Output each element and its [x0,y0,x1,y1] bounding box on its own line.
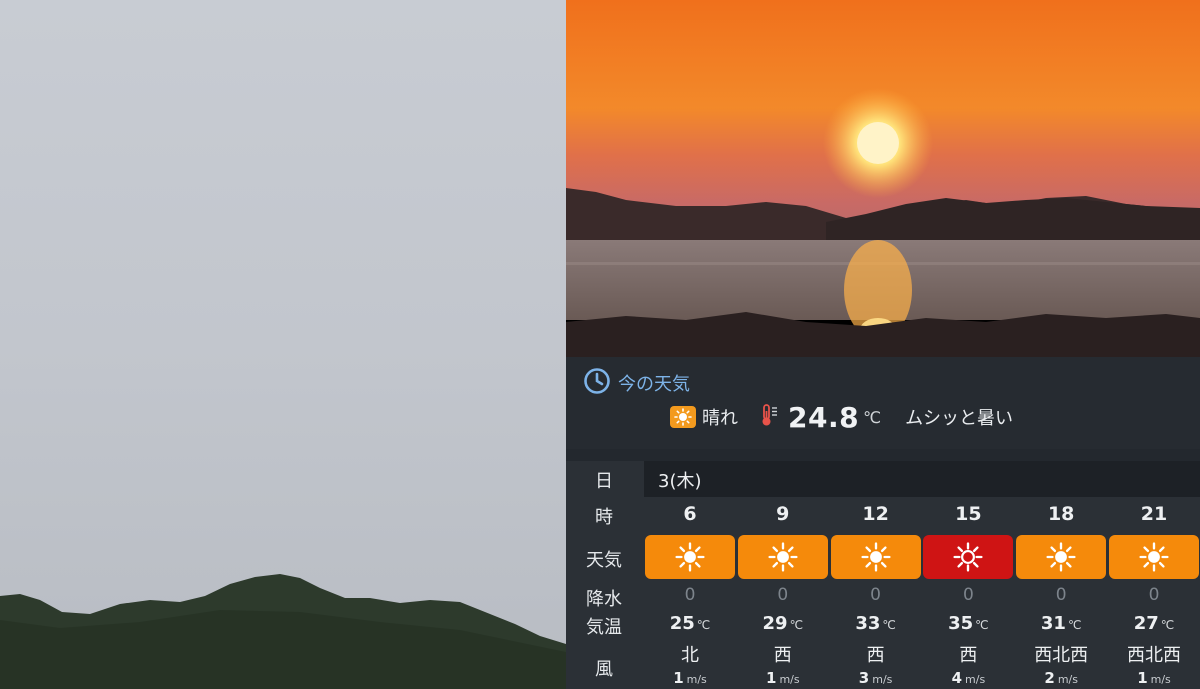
forecast-wind-speed: 1 m/s [1137,669,1171,687]
sunset-photo [566,0,1200,357]
forecast-precip: 0 [962,585,974,605]
row-label-weather: 天気 [586,550,622,571]
forecast-temp: 25 ℃ [669,613,711,634]
forecast-temp-unit: ℃ [975,618,989,632]
hot-sun-icon [953,542,983,572]
forecast-wind-direction: 西北西 [1127,645,1181,666]
forecast-wind-speed: 2 m/s [1044,669,1078,687]
row-label-wind: 風 [595,659,613,680]
forecast-precip: 0 [870,585,881,605]
forecast-weather-cell [645,535,735,579]
clock-icon [582,367,612,399]
hill-silhouette [0,574,566,689]
forecast-wind-unit: m/s [1057,673,1078,686]
row-label-hour: 時 [595,507,613,528]
forecast-wind-direction: 北 [681,645,699,666]
current-temperature: 24.8 [788,400,860,434]
current-condition: 晴れ [702,408,738,429]
row-label-precip: 降水 [586,589,622,610]
forecast-weather-cell [923,535,1014,579]
forecast-precip: 0 [1148,585,1160,605]
forecast-wind-speed: 1 m/s [766,669,800,687]
forecast-temp-unit: ℃ [789,618,804,632]
forecast-wind-direction: 西 [959,645,978,666]
sun-icon [670,406,696,428]
forecast-hour: 21 [1140,503,1168,525]
forecast-precip: 0 [1055,585,1067,605]
forecast-weather-cell [1109,535,1199,579]
forecast-temp: 35 ℃ [948,613,989,634]
forecast-temp-unit: ℃ [696,618,711,632]
hill-sky-photo [0,0,566,689]
forecast-wind-speed: 3 m/s [858,669,893,687]
forecast-wind-unit: m/s [965,673,986,686]
forecast-wind-unit: m/s [779,673,800,686]
forecast-weather-cell [737,535,828,579]
forecast-date: 3(木) [658,471,702,492]
forecast-temp-unit: ℃ [1160,618,1175,632]
forecast-wind-direction: 西 [773,645,792,666]
forecast-temp: 27 ℃ [1133,613,1175,634]
current-weather-header: 今の天気 [582,367,690,399]
thermometer-icon [760,403,782,431]
row-label-temp: 気温 [586,617,622,638]
hourly-forecast-table: 日 3(木) 時 天気 降水 気温 風 6 0 25 ℃ 北 1 m/s 9 0 29 ℃ 西 1 m/s… [566,461,1200,689]
current-temperature-unit: ℃ [863,407,882,427]
date-cell: 3(木) [644,461,1200,497]
forecast-hour: 12 [862,503,889,525]
forecast-wind-unit: m/s [686,673,707,686]
forecast-hour: 18 [1047,503,1075,525]
current-feel-text: ムシッと暑い [905,408,1014,429]
weather-widget: 今の天気 晴れ 24.8 ℃ ムシッと暑い 日 3(木) 時 天気 降水 気温 … [566,357,1200,689]
forecast-hour: 15 [955,503,982,525]
sun-icon [675,542,705,572]
forecast-wind-speed: 1 m/s [673,669,707,687]
forecast-hour: 9 [776,503,790,525]
forecast-wind-speed: 4 m/s [951,669,986,687]
sun-icon [1046,542,1076,572]
forecast-temp: 33 ℃ [855,613,896,634]
current-weather-panel: 今の天気 晴れ 24.8 ℃ ムシッと暑い [566,357,1200,449]
current-weather-row: 晴れ 24.8 ℃ ムシッと暑い [670,399,1013,435]
forecast-hour: 6 [683,503,697,525]
forecast-wind-unit: m/s [872,673,893,686]
forecast-temp-unit: ℃ [882,618,896,632]
forecast-wind-direction: 西 [866,645,885,666]
sun-icon [768,542,798,572]
current-weather-title: 今の天気 [618,374,690,395]
forecast-precip: 0 [777,585,789,605]
forecast-precip: 0 [684,585,696,605]
forecast-temp-unit: ℃ [1067,618,1082,632]
sun-icon [1139,542,1169,572]
forecast-wind-direction: 西北西 [1034,645,1089,666]
forecast-temp: 31 ℃ [1040,613,1082,634]
forecast-temp: 29 ℃ [762,613,804,634]
forecast-weather-cell [1016,535,1107,579]
sun-icon [861,542,891,572]
forecast-wind-unit: m/s [1150,673,1171,686]
forecast-weather-cell [830,535,921,579]
row-label-day: 日 [595,471,613,492]
